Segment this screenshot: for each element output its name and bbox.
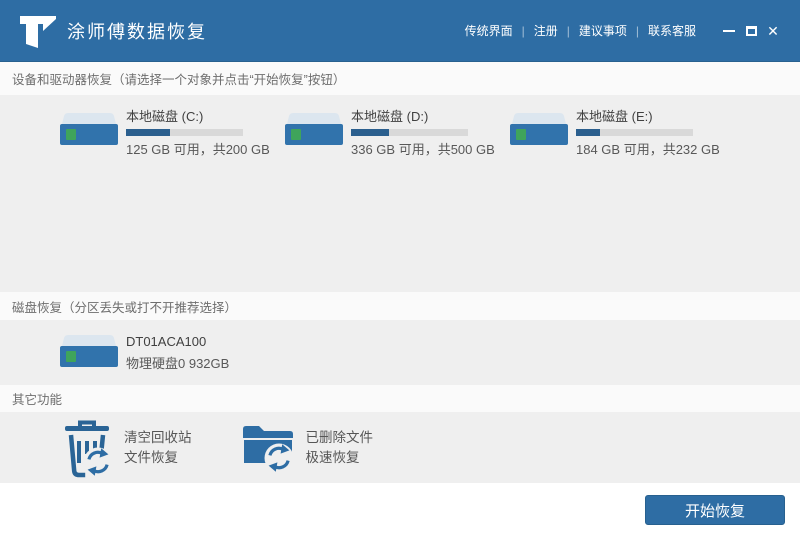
app-title: 涂师傅数据恢复	[67, 21, 207, 42]
window-controls: ✕	[718, 20, 784, 42]
nav-link-register[interactable]: 注册	[532, 22, 560, 39]
title-bar: 涂师傅数据恢复 传统界面 | 注册 | 建议事项 | 联系客服 ✕	[0, 0, 800, 62]
drive-size: 336 GB 可用，共500 GB	[351, 142, 495, 157]
feature-label-line1: 清空回收站	[124, 429, 192, 445]
disk-panel: DT01ACA100 物理硬盘0 932GB	[0, 320, 800, 385]
drive-name: 本地磁盘 (C:)	[126, 109, 204, 124]
nav-separator: |	[635, 23, 639, 38]
drive-info: 本地磁盘 (E:) 184 GB 可用，共232 GB	[576, 106, 720, 158]
physical-disk-size: 物理硬盘0 932GB	[126, 355, 230, 371]
feature-label: 已删除文件 极速恢复	[306, 428, 374, 468]
recycle-bin-recover-icon	[65, 420, 114, 478]
drive-info: 本地磁盘 (C:) 125 GB 可用，共200 GB	[126, 106, 270, 158]
nav-separator: |	[566, 23, 570, 38]
titlebar-nav: 传统界面 | 注册 | 建议事项 | 联系客服 ✕	[463, 20, 784, 42]
drive-icon	[285, 113, 343, 145]
drive-item-c[interactable]: 本地磁盘 (C:) 125 GB 可用，共200 GB	[60, 103, 285, 158]
feature-label: 清空回收站 文件恢复	[124, 428, 192, 468]
devices-panel: 本地磁盘 (C:) 125 GB 可用，共200 GB 本地磁盘 (D:) 33…	[0, 95, 800, 292]
feature-label-line1: 已删除文件	[305, 429, 374, 445]
drive-icon	[60, 113, 118, 145]
usage-bar	[576, 129, 693, 136]
feature-deleted-files-recovery[interactable]: 已删除文件 极速恢复	[240, 421, 374, 475]
drive-name: 本地磁盘 (E:)	[576, 109, 653, 124]
section-label-disk: 磁盘恢复（分区丢失或打不开推荐选择）	[0, 292, 800, 320]
other-panel: 清空回收站 文件恢复 已删除文件 极速恢复	[0, 412, 800, 483]
nav-link-contact-support[interactable]: 联系客服	[646, 22, 698, 39]
app-logo-icon	[20, 15, 56, 48]
footer: 开始恢复	[0, 483, 800, 533]
start-recovery-button[interactable]: 开始恢复	[645, 495, 785, 525]
feature-label-line2: 极速恢复	[305, 449, 360, 465]
section-label-other-text: 其它功能	[12, 393, 63, 407]
drive-item-d[interactable]: 本地磁盘 (D:) 336 GB 可用，共500 GB	[285, 103, 510, 158]
drive-icon	[60, 334, 118, 367]
drive-size: 184 GB 可用，共232 GB	[576, 142, 720, 157]
feature-recycle-bin-recovery[interactable]: 清空回收站 文件恢复	[62, 418, 192, 478]
minimize-icon	[723, 29, 735, 32]
maximize-button[interactable]	[740, 20, 762, 42]
physical-disk-info: DT01ACA100 物理硬盘0 932GB	[126, 334, 229, 372]
usage-bar	[351, 129, 468, 136]
section-label-other: 其它功能	[0, 385, 800, 412]
physical-disk-item[interactable]: DT01ACA100 物理硬盘0 932GB	[60, 334, 229, 372]
drive-size: 125 GB 可用，共200 GB	[126, 142, 270, 157]
drive-info: 本地磁盘 (D:) 336 GB 可用，共500 GB	[351, 106, 495, 158]
section-label-devices: 设备和驱动器恢复（请选择一个对象并点击“开始恢复”按钮）	[0, 62, 800, 95]
section-label-disk-text: 磁盘恢复（分区丢失或打不开推荐选择）	[12, 300, 238, 315]
usage-bar-fill	[351, 129, 390, 136]
drive-name: 本地磁盘 (D:)	[351, 109, 429, 124]
drive-icon	[510, 113, 568, 145]
physical-disk-name: DT01ACA100	[126, 333, 207, 349]
section-label-devices-text: 设备和驱动器恢复（请选择一个对象并点击“开始恢复”按钮）	[12, 73, 346, 87]
minimize-button[interactable]	[718, 20, 740, 42]
drive-item-e[interactable]: 本地磁盘 (E:) 184 GB 可用，共232 GB	[510, 103, 735, 158]
usage-bar-fill	[126, 129, 170, 136]
deleted-files-recover-icon	[241, 425, 295, 474]
nav-link-classic-ui[interactable]: 传统界面	[463, 22, 515, 39]
nav-separator: |	[521, 23, 525, 38]
app-window: 涂师傅数据恢复 传统界面 | 注册 | 建议事项 | 联系客服 ✕ 设备和驱动器…	[0, 0, 800, 533]
nav-link-suggestions[interactable]: 建议事项	[577, 22, 629, 39]
usage-bar	[126, 129, 243, 136]
usage-bar-fill	[576, 129, 601, 136]
feature-label-line2: 文件恢复	[124, 449, 178, 465]
close-button[interactable]: ✕	[762, 20, 784, 42]
close-icon: ✕	[767, 22, 779, 39]
maximize-icon	[745, 25, 757, 36]
